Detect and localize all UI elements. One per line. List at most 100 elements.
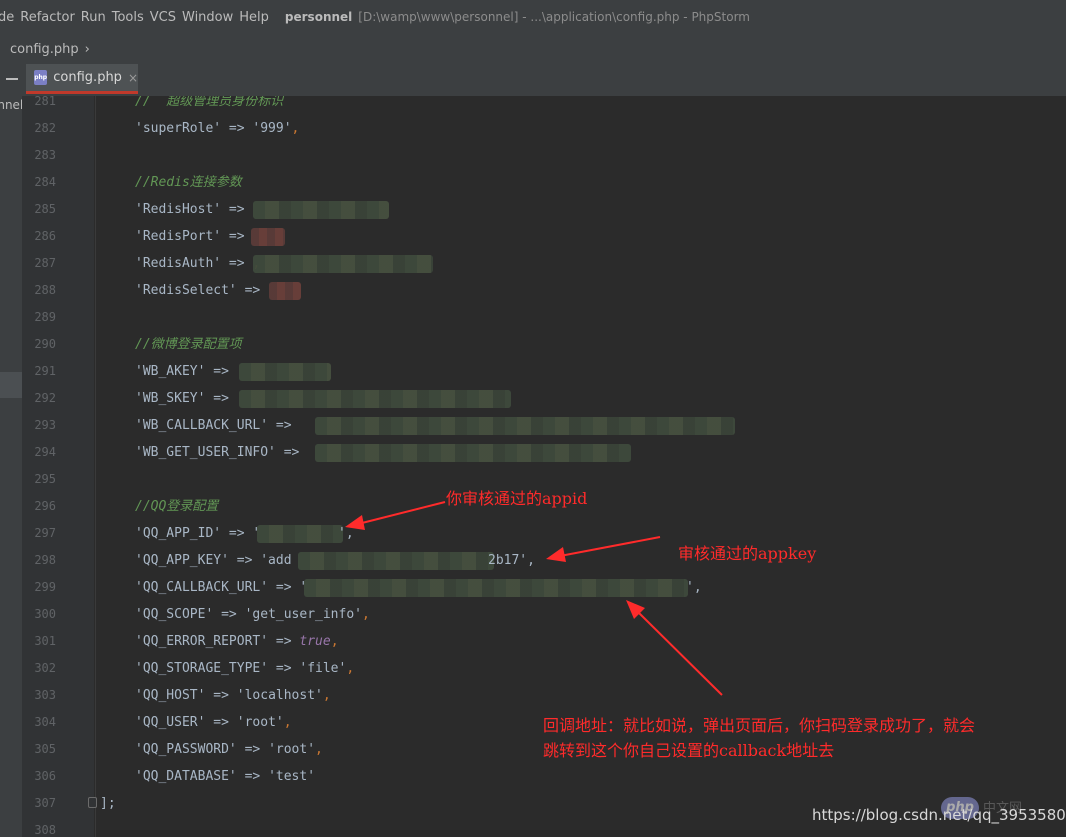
menu-tools[interactable]: Tools [112,10,150,25]
redacted-value [257,525,343,543]
arrow-operator: => [213,607,245,622]
window-title-path: [D:\wamp\www\personnel] - ...\applicatio… [358,10,750,24]
punctuation: , [362,607,370,622]
code-line: 288 'RedisSelect' => [22,277,1066,304]
code-text: ]; [100,796,116,811]
arrow-operator: => [221,121,253,136]
line-number: 308 [34,823,56,837]
line-number: 286 [34,229,56,243]
annotation-appid: 你审核通过的appid [446,489,588,508]
code-comment: //Redis连接参数 [135,175,242,190]
code-line: 290 //微博登录配置项 [22,331,1066,358]
array-key: 'QQ_USER' [135,715,206,730]
arrow-operator: => [221,526,253,541]
code-line: 299 'QQ_CALLBACK_URL' => ' ', [22,574,1066,601]
line-number: 306 [34,769,56,783]
array-value-end: 2b17', [488,553,535,568]
code-content: 'QQ_APP_ID' => ' [135,520,260,547]
line-number: 297 [34,526,56,540]
navigation-bar: config.php › [0,34,1066,65]
code-content: 'WB_CALLBACK_URL' => [135,412,299,439]
source-url-watermark: https://blog.csdn.net/qq_39535807 [812,806,1066,824]
array-key: 'QQ_HOST' [135,688,206,703]
code-line: 301 'QQ_ERROR_REPORT' => true, [22,628,1066,655]
line-number: 289 [34,310,56,324]
array-value-end: ', [686,580,702,595]
menu-vcs[interactable]: VCS [150,10,182,25]
punctuation: , [322,688,331,703]
project-tree-item[interactable]: onnel [0,98,23,112]
code-content: 'RedisPort' => [135,223,252,250]
tab-label: config.php [53,70,122,85]
code-content: 'RedisSelect' => [135,277,268,304]
keyword-value: true [299,634,331,649]
line-number: 284 [34,175,56,189]
code-content: 'WB_GET_USER_INFO' => [135,439,307,466]
redacted-value [304,579,688,597]
code-line: 297 'QQ_APP_ID' => ' ', [22,520,1066,547]
line-number: 303 [34,688,56,702]
array-value: 'file' [299,661,347,676]
menu-bar: de Refactor Run Tools VCS Window Help pe… [0,0,1066,34]
menu-window[interactable]: Window [182,10,239,25]
code-line: 282 'superRole' => '999', [22,115,1066,142]
code-content: //Redis连接参数 [135,169,242,196]
menu-help[interactable]: Help [239,10,275,25]
redacted-value [239,363,331,381]
line-number: 307 [34,796,56,810]
arrow-operator: => [205,715,237,730]
punctuation: , [330,634,339,649]
arrow-operator: => [268,661,300,676]
redacted-value [315,417,735,435]
array-key: 'QQ_DATABASE' [135,769,237,784]
annotation-appkey: 审核通过的appkey [678,544,817,563]
line-number: 291 [34,364,56,378]
window-title: personnel [D:\wamp\www\personnel] - ...\a… [285,10,750,24]
close-icon[interactable]: × [128,71,138,85]
line-number: 282 [34,121,56,135]
array-value: 'add [260,553,292,568]
code-line: 303 'QQ_HOST' => 'localhost', [22,682,1066,709]
code-content: 'QQ_APP_KEY' => 'add [135,547,292,574]
array-key: 'QQ_ERROR_REPORT' [135,634,269,649]
collapse-icon[interactable] [6,78,18,80]
array-value: 'root' [236,715,284,730]
array-value: '999' [252,121,292,136]
line-number: 305 [34,742,56,756]
line-number: 285 [34,202,56,216]
menu-run[interactable]: Run [81,10,112,25]
code-line: 281 // 超级管理员身份标识 [22,96,1066,115]
project-panel[interactable]: onnel [0,96,23,837]
line-number: 300 [34,607,56,621]
code-line: 289 [22,304,1066,331]
code-content: 'QQ_PASSWORD' => 'root', [135,736,323,763]
arrow-operator: => [268,580,300,595]
array-key: 'QQ_CALLBACK_URL' [135,580,269,595]
array-key: 'RedisAuth' [135,256,222,271]
arrow-operator: => [236,742,269,757]
arrow-operator: => [268,418,300,433]
tab-config-php[interactable]: php config.php × [26,64,138,94]
array-value: 'get_user_info' [244,607,362,622]
annotation-callback-line2: 跳转到这个你自己设置的callback地址去 [543,741,835,760]
array-key: 'QQ_SCOPE' [135,607,214,622]
redacted-value [298,552,494,570]
line-number: 296 [34,499,56,513]
punctuation: , [346,661,355,676]
menu-code[interactable]: de [0,10,20,25]
array-value-end: ', [338,526,354,541]
breadcrumb-file[interactable]: config.php [10,42,79,57]
line-number: 294 [34,445,56,459]
punctuation: , [283,715,292,730]
punctuation: , [291,121,300,136]
code-comment: // 超级管理员身份标识 [135,96,284,109]
code-line: 286 'RedisPort' => [22,223,1066,250]
redacted-value [315,444,631,462]
code-content: 'QQ_HOST' => 'localhost', [135,682,331,709]
code-content: 'QQ_CALLBACK_URL' => ' [135,574,307,601]
redacted-value [269,282,301,300]
code-line: 291 'WB_AKEY' => [22,358,1066,385]
arrow-operator: => [236,283,269,298]
chevron-right-icon: › [84,41,90,57]
menu-refactor[interactable]: Refactor [20,10,81,25]
